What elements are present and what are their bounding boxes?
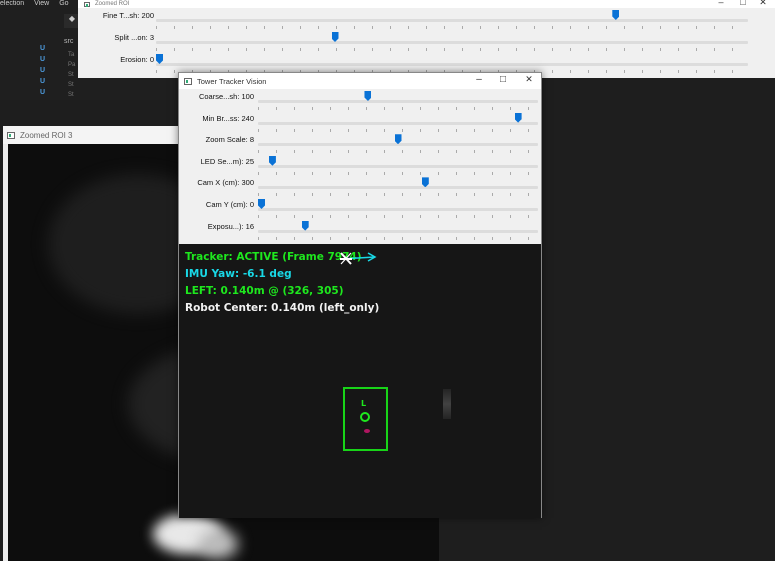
trackbar: Fine T...sh: 200	[78, 10, 775, 31]
titlebar[interactable]: Zoomed ROI	[78, 0, 775, 8]
line-hint: Pa	[68, 62, 76, 68]
line-hint: St	[68, 92, 74, 98]
bright-led-blob	[198, 529, 238, 559]
trackbar-ticks	[156, 26, 748, 29]
yaw-arrow-icon	[340, 252, 377, 265]
git-status-untracked: U	[40, 56, 46, 63]
tracker-status-text: Tracker: ACTIVE (Frame 7974)	[185, 251, 362, 263]
trackbar: Cam Y (cm): 0	[179, 199, 541, 220]
trackbar-label: Exposu...): 16	[207, 221, 254, 231]
trackbar-label: Fine T...sh: 200	[102, 11, 154, 20]
trackbar-label: Min Br...ss: 240	[202, 113, 254, 123]
window-title: Zoomed ROI	[95, 1, 130, 7]
trackbar-track[interactable]	[258, 121, 538, 125]
trackbar-ticks	[258, 107, 538, 110]
menu-view[interactable]: View	[34, 0, 49, 10]
trackbar-ticks	[258, 128, 538, 132]
trackbar-track[interactable]	[258, 164, 538, 168]
trackbar: LED Se...m): 25	[179, 155, 541, 177]
editor-line-hints: Ta Pa St St St	[68, 50, 75, 100]
line-hint: Ta	[68, 52, 75, 58]
led-bounding-box: L	[343, 387, 388, 451]
trackbar: Coarse...sh: 100	[179, 91, 541, 112]
line-hint: St	[68, 72, 74, 78]
git-status-untracked: U	[40, 45, 46, 52]
trackbar-label: Coarse...sh: 100	[198, 92, 254, 101]
menu-selection[interactable]: election	[0, 0, 24, 10]
trackbar-track[interactable]	[258, 186, 538, 190]
line-hint: St	[68, 82, 74, 88]
window-icon	[84, 1, 90, 7]
zoomed-roi-window: Zoomed ROI – □ ✕ Fine T...sh: 200 Split .…	[78, 0, 775, 78]
trackbar-track[interactable]	[156, 63, 748, 66]
trackbar-track[interactable]	[156, 19, 748, 22]
trackbar-track[interactable]	[156, 41, 748, 44]
left-led-text: LEFT: 0.140m @ (326, 305)	[185, 285, 344, 297]
editor-menubar: election View Go	[0, 0, 69, 10]
tower-tracker-vision-window: Tower Tracker Vision – □ ✕ Coarse...sh: …	[178, 72, 542, 518]
src-folder-label[interactable]: src	[64, 38, 73, 45]
trackbar-track[interactable]	[258, 208, 538, 211]
window-title: Tower Tracker Vision	[197, 76, 267, 86]
left-marker-label: L	[361, 399, 367, 408]
git-status-untracked: U	[40, 67, 46, 74]
minimize-button[interactable]: –	[466, 74, 492, 85]
window-icon	[184, 77, 192, 85]
close-button[interactable]: ✕	[750, 0, 775, 8]
trackbar-ticks	[258, 193, 538, 197]
trackbar-ticks	[258, 150, 538, 154]
trackbar-label: Cam Y (cm): 0	[205, 200, 254, 209]
led-center-circle	[360, 412, 370, 422]
led-blob	[364, 429, 370, 433]
trackbar-label: LED Se...m): 25	[200, 156, 254, 166]
git-status-untracked: U	[40, 89, 46, 96]
trackbar-ticks	[156, 48, 748, 51]
trackbar-ticks	[258, 171, 538, 175]
close-button[interactable]: ✕	[516, 74, 542, 85]
trackbar-label: Zoom Scale: 8	[205, 135, 254, 145]
trackbar: Cam X (cm): 300	[179, 177, 541, 198]
window-icon	[7, 131, 15, 139]
camera-feed: Tracker: ACTIVE (Frame 7974) IMU Yaw: -6…	[179, 244, 541, 518]
robot-center-text: Robot Center: 0.140m (left_only)	[185, 302, 380, 314]
reflection-blob	[443, 389, 451, 419]
git-status-untracked: U	[40, 78, 46, 85]
maximize-button[interactable]: □	[490, 74, 516, 85]
trackbar-ticks	[258, 215, 538, 218]
trackbar: Min Br...ss: 240	[179, 112, 541, 134]
imu-yaw-text: IMU Yaw: -6.1 deg	[185, 268, 292, 280]
trackbar: Exposu...): 16	[179, 220, 541, 242]
trackbar-label: Erosion: 0	[120, 55, 154, 64]
git-status-gutter: U U U U U	[40, 45, 50, 100]
window-title: Zoomed ROI 3	[20, 130, 73, 140]
trackbar-label: Split ...on: 3	[114, 33, 154, 42]
right-background-pane	[542, 78, 775, 561]
trackbar-label: Cam X (cm): 300	[197, 178, 254, 188]
trackbar: Split ...on: 3	[78, 32, 775, 53]
trackbar: Zoom Scale: 8	[179, 134, 541, 155]
trackbar-ticks	[258, 236, 538, 240]
trackbar-track[interactable]	[258, 229, 538, 233]
menu-go[interactable]: Go	[59, 0, 68, 10]
trackbar-track[interactable]	[258, 100, 538, 103]
